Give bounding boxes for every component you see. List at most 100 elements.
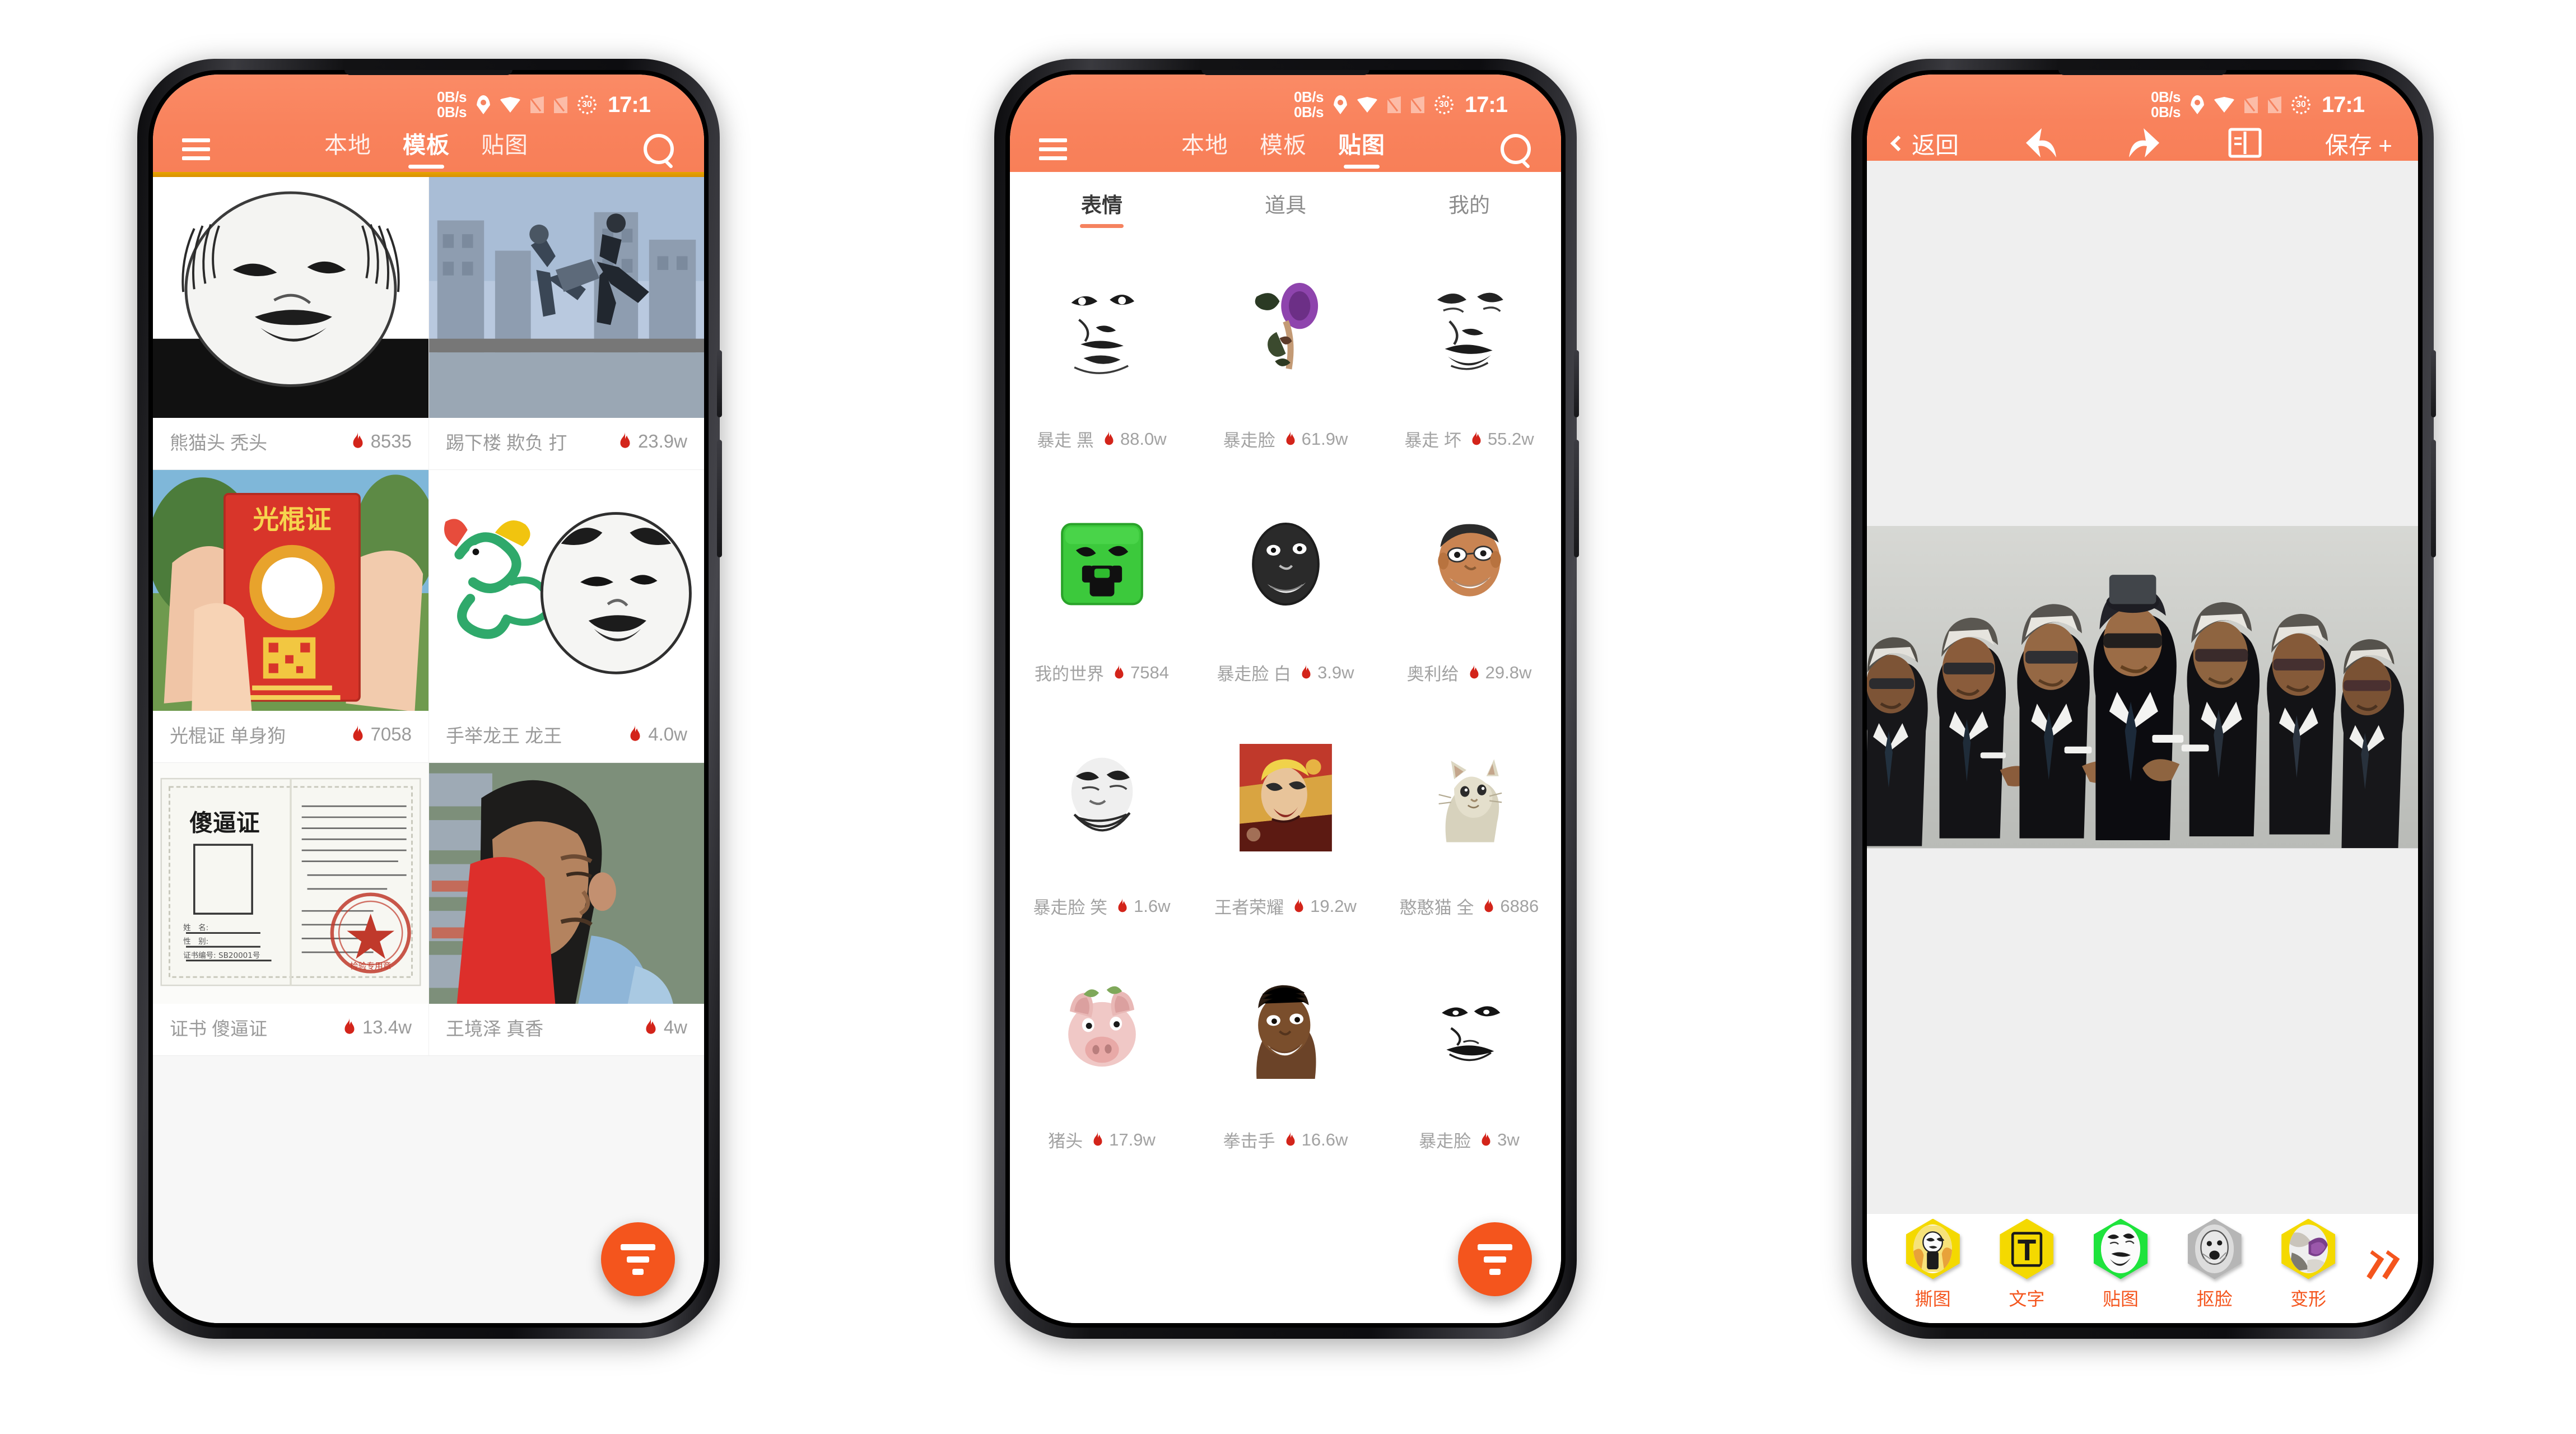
template-hot: 13.4w <box>342 1017 412 1038</box>
phone-2-app-bar: 本地 模板 贴图 <box>1010 126 1561 172</box>
undo-icon[interactable] <box>2020 126 2062 161</box>
sticker-name: 猪头 <box>1048 1132 1083 1151</box>
power-button[interactable] <box>717 350 722 417</box>
tool-cutout-face[interactable]: 抠脸 <box>2168 1218 2262 1311</box>
tab-sticker[interactable]: 贴图 <box>1335 126 1389 172</box>
sticker-card[interactable]: 奥利给 29.8w <box>1377 468 1561 702</box>
clock: 17:1 <box>2321 92 2365 117</box>
book-icon[interactable] <box>2226 126 2263 161</box>
editor-canvas[interactable] <box>1867 161 2418 1213</box>
template-card[interactable]: 傻逼证 姓 名: 性 别: 证书编号: SB20001号 检验专用章 证书 傻逼… <box>153 763 428 1056</box>
sticker-meta: 奥利给 29.8w <box>1377 657 1561 702</box>
battery-icon: 30 <box>577 95 597 114</box>
filter-fab-button[interactable] <box>1458 1222 1532 1296</box>
double-chevron-right-icon[interactable] <box>2355 1250 2403 1279</box>
back-button[interactable]: 返回 <box>1890 127 1959 161</box>
tool-sticker[interactable]: 贴图 <box>2074 1218 2168 1311</box>
sticker-card[interactable]: 暴走 黑 88.0w <box>1010 235 1194 468</box>
signal-off-icon <box>530 96 544 113</box>
editor-toolbar: 返回 保存 + <box>1867 126 2418 161</box>
sticker-card[interactable]: 暴走脸 白 3.9w <box>1194 468 1377 702</box>
tab-local[interactable]: 本地 <box>321 126 375 172</box>
template-meta: 光棍证 单身狗 7058 <box>153 711 428 762</box>
sticker-hot: 19.2w <box>1292 896 1357 916</box>
sticker-card[interactable]: 暴走 坏 55.2w <box>1377 235 1561 468</box>
tool-tear-image[interactable]: 撕图 <box>1886 1218 1980 1311</box>
template-card[interactable]: 王境泽 真香 4w <box>428 763 704 1056</box>
sticker-card[interactable]: 王者荣耀 19.2w <box>1194 702 1377 935</box>
sticker-hot: 6886 <box>1482 896 1539 916</box>
power-button[interactable] <box>2431 350 2436 417</box>
hamburger-menu-icon[interactable] <box>182 138 210 160</box>
tab-local[interactable]: 本地 <box>1178 126 1232 172</box>
coffin-dance-image[interactable] <box>1867 526 2418 848</box>
power-button[interactable] <box>1574 350 1579 417</box>
template-grid: 熊猫头 秃头 8535 踢下楼 欺负 打 23.9w 光棍证 光棍证 单身狗 7… <box>153 177 704 1056</box>
subtab-mine[interactable]: 我的 <box>1377 172 1561 235</box>
flame-icon <box>630 725 640 741</box>
sticker-hot: 88.0w <box>1102 429 1167 449</box>
tool-label: 撕图 <box>1914 1288 1951 1309</box>
tab-template[interactable]: 模板 <box>399 126 453 172</box>
flame-icon <box>1472 430 1481 445</box>
template-name: 手举龙王 龙王 <box>446 725 562 746</box>
tool-label: 抠脸 <box>2196 1288 2233 1309</box>
clock: 17:1 <box>1464 92 1508 117</box>
flame-icon <box>344 1018 355 1034</box>
signal-off-icon <box>2244 96 2258 113</box>
sticker-card[interactable]: 暴走脸 61.9w <box>1194 235 1377 468</box>
tab-template[interactable]: 模板 <box>1256 126 1310 172</box>
flame-icon <box>1482 1131 1490 1146</box>
subtab-props[interactable]: 道具 <box>1194 172 1377 235</box>
text-icon <box>2000 1218 2054 1279</box>
template-card[interactable]: 光棍证 光棍证 单身狗 7058 <box>153 470 428 763</box>
earpiece-speaker <box>344 70 513 75</box>
tear-image-icon <box>1906 1218 1960 1279</box>
sticker-card[interactable]: 拳击手 16.6w <box>1194 935 1377 1169</box>
volume-button[interactable] <box>1574 440 1579 557</box>
sticker-card[interactable]: 我的世界 7584 <box>1010 468 1194 702</box>
location-pin-icon <box>1334 95 1347 114</box>
status-bar: 0B/s 0B/s 30 17:1 <box>1867 75 2418 126</box>
sticker-meta: 我的世界 7584 <box>1010 657 1194 702</box>
sticker-card[interactable]: 憨憨猫 全 6886 <box>1377 702 1561 935</box>
tool-deform[interactable]: 变形 <box>2261 1218 2355 1311</box>
battery-level: 30 <box>2296 100 2306 109</box>
sticker-meta: 暴走脸 61.9w <box>1194 423 1377 468</box>
volume-button[interactable] <box>2431 440 2436 557</box>
hamburger-menu-icon[interactable] <box>1039 138 1067 160</box>
sticker-name: 暴走脸 <box>1223 431 1275 450</box>
template-meta: 手举龙王 龙王 4.0w <box>429 711 704 762</box>
template-name: 踢下楼 欺负 打 <box>446 432 567 453</box>
template-card[interactable]: 手举龙王 龙王 4.0w <box>428 470 704 763</box>
template-card[interactable]: 熊猫头 秃头 8535 <box>153 177 428 470</box>
search-icon[interactable] <box>642 133 675 165</box>
tool-text[interactable]: 文字 <box>1980 1218 2074 1311</box>
sticker-name: 暴走脸 白 <box>1217 664 1292 684</box>
sticker-hot: 55.2w <box>1469 429 1534 449</box>
network-speed: 0B/s 0B/s <box>2151 90 2181 119</box>
status-bar: 0B/s 0B/s 30 17:1 <box>1010 75 1561 126</box>
redo-icon[interactable] <box>2123 126 2165 161</box>
wifi-icon <box>500 97 520 113</box>
net-speed-down: 0B/s <box>437 104 467 120</box>
phone-3-screen: 0B/s 0B/s 30 17:1 返回 保存 + 撕图 文字 贴图 抠脸 变形 <box>1867 75 2418 1323</box>
filter-fab-button[interactable] <box>601 1222 675 1296</box>
search-icon[interactable] <box>1499 133 1532 165</box>
net-speed-down: 0B/s <box>1294 104 1324 120</box>
volume-button[interactable] <box>717 440 722 557</box>
flame-icon <box>1484 897 1493 912</box>
save-button[interactable]: 保存 + <box>2325 127 2392 161</box>
template-card[interactable]: 踢下楼 欺负 打 23.9w <box>428 177 704 470</box>
cutout-face-icon <box>2187 1218 2242 1279</box>
template-hot: 4w <box>644 1017 687 1038</box>
svg-text:检验专用章: 检验专用章 <box>350 961 392 971</box>
subtab-emoji[interactable]: 表情 <box>1010 172 1194 235</box>
sticker-card[interactable]: 猪头 17.9w <box>1010 935 1194 1169</box>
sticker-card[interactable]: 暴走脸 3w <box>1377 935 1561 1169</box>
signal-off-icon <box>553 96 567 113</box>
tool-label: 贴图 <box>2102 1288 2139 1309</box>
tab-sticker[interactable]: 贴图 <box>478 126 532 172</box>
sticker-card[interactable]: 暴走脸 笑 1.6w <box>1010 702 1194 935</box>
sticker-hot: 61.9w <box>1283 429 1348 449</box>
